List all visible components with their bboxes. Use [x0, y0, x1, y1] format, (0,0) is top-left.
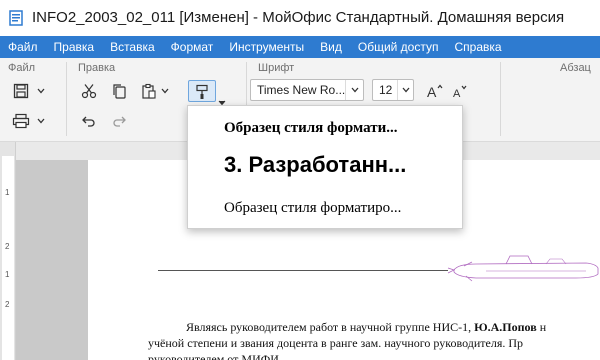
menu-sharing[interactable]: Общий доступ: [358, 40, 439, 54]
format-painter-button[interactable]: [188, 80, 216, 102]
chevron-down-icon[interactable]: [160, 80, 170, 102]
ruler-number: 1: [5, 270, 10, 279]
copy-icon[interactable]: [108, 80, 130, 102]
paragraph-line: руководителем от МИФИ.: [148, 352, 282, 360]
style-option[interactable]: Образец стиля формати...: [224, 120, 398, 137]
print-icon[interactable]: [10, 110, 32, 132]
group-label-paragraph: Абзац: [560, 62, 591, 74]
undo-icon[interactable]: [78, 110, 100, 132]
menu-bar: Файл Правка Вставка Формат Инструменты В…: [0, 36, 600, 58]
group-label-file: Файл: [8, 62, 36, 74]
paragraph-line: Являясь руководителем работ в научной гр…: [186, 320, 546, 335]
text-run: Являясь руководителем работ в научной гр…: [186, 320, 475, 334]
page-left-margin: [16, 160, 88, 360]
menu-help[interactable]: Справка: [454, 40, 501, 54]
menu-edit[interactable]: Правка: [54, 40, 95, 54]
ruler-number: 2: [5, 300, 10, 309]
shrink-font-icon[interactable]: A: [450, 80, 472, 102]
title-bar: INFO2_2003_02_011 [Изменен] - МойОфис Ст…: [0, 0, 600, 36]
ruler-number: 1: [5, 188, 10, 197]
style-option[interactable]: 3. Разработанн...: [224, 152, 406, 178]
svg-text:A: A: [427, 84, 437, 99]
window-title: INFO2_2003_02_011 [Изменен] - МойОфис Ст…: [32, 9, 565, 26]
ruler-track: [2, 156, 14, 360]
menu-format[interactable]: Формат: [171, 40, 214, 54]
group-label-edit: Правка: [78, 62, 116, 74]
redo-icon[interactable]: [108, 110, 130, 132]
save-icon[interactable]: [10, 80, 32, 102]
group-divider: [500, 62, 501, 136]
vertical-ruler: 1 2 1 2: [0, 142, 16, 360]
text-run-bold: Ю.А.Попов: [474, 320, 537, 334]
menu-tools[interactable]: Инструменты: [229, 40, 304, 54]
paragraph-line: учёной степени и звания доцента в ранге …: [148, 336, 523, 350]
svg-text:A: A: [453, 88, 461, 99]
group-label-font: Шрифт: [258, 62, 295, 74]
chevron-down-icon: [345, 80, 363, 100]
submarine-drawing: [447, 255, 599, 282]
menu-insert[interactable]: Вставка: [110, 40, 155, 54]
grow-font-icon[interactable]: A: [424, 80, 446, 102]
font-size-select[interactable]: 12: [372, 79, 414, 101]
font-family-value: Times New Ro...: [257, 83, 346, 97]
horizontal-rule: [158, 270, 448, 271]
text-run: н: [536, 320, 547, 334]
ruler-number: 2: [5, 242, 10, 251]
menu-view[interactable]: Вид: [320, 40, 342, 54]
cut-icon[interactable]: [78, 80, 100, 102]
font-size-value: 12: [379, 83, 393, 97]
font-family-select[interactable]: Times New Ro...: [250, 79, 364, 101]
group-divider: [66, 62, 67, 136]
style-dropdown-popup: Образец стиля формати... 3. Разработанн.…: [187, 105, 463, 229]
document-app-icon: [9, 10, 23, 26]
chevron-down-icon: [397, 80, 413, 100]
style-option[interactable]: Образец стиля форматиро...: [224, 200, 401, 217]
paste-icon[interactable]: [138, 80, 160, 102]
menu-file[interactable]: Файл: [8, 40, 38, 54]
chevron-down-icon[interactable]: [36, 80, 46, 102]
format-painter-icon: [196, 84, 208, 99]
chevron-down-icon[interactable]: [36, 110, 46, 132]
